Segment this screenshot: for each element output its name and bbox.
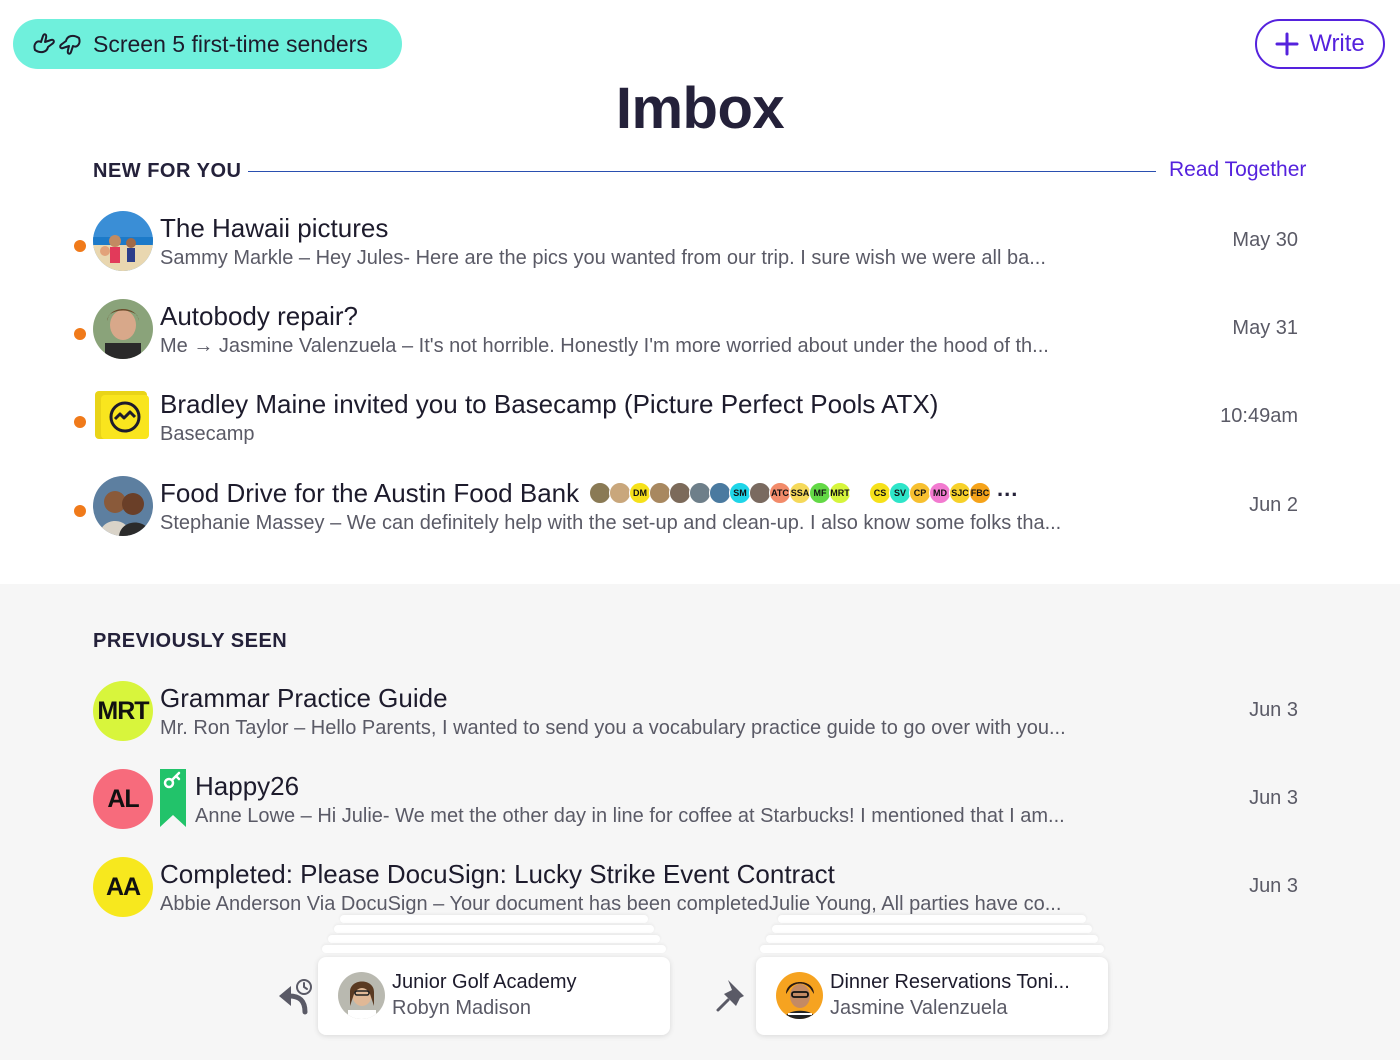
avatar xyxy=(776,972,823,1019)
tray-stack xyxy=(760,945,1104,953)
participant-avatar: CS xyxy=(869,482,891,504)
subject: Bradley Maine invited you to Basecamp (P… xyxy=(160,389,939,419)
participant-avatars: DM SM ATC SSA MF MRT CS SV CP MD SJC FBC... xyxy=(589,476,1018,506)
participant-avatar xyxy=(689,482,711,504)
tray-card-sender: Robyn Madison xyxy=(392,997,531,1019)
unread-dot xyxy=(74,240,86,252)
avatar xyxy=(338,972,385,1019)
avatar xyxy=(93,211,153,271)
list-item[interactable]: The Hawaii pictures Sammy Markle – Hey J… xyxy=(70,211,1310,291)
tray-card-title: Junior Golf Academy xyxy=(392,971,577,993)
more-participants[interactable]: ... xyxy=(997,476,1018,502)
tray-stack xyxy=(340,915,648,923)
participant-avatar: MD xyxy=(929,482,951,504)
tray-stack xyxy=(328,935,660,943)
reply-later-icon[interactable] xyxy=(275,976,315,1016)
unread-dot xyxy=(74,505,86,517)
plus-icon xyxy=(1275,32,1299,56)
write-button[interactable]: Write xyxy=(1255,19,1385,69)
subject: The Hawaii pictures xyxy=(160,213,389,243)
date: 10:49am xyxy=(1220,405,1298,427)
subject: Completed: Please DocuSign: Lucky Strike… xyxy=(160,859,835,889)
section-divider xyxy=(248,171,1156,172)
tray-stack xyxy=(334,925,654,933)
subject: Grammar Practice Guide xyxy=(160,683,448,713)
subject: Autobody repair? xyxy=(160,301,359,331)
hands-icon xyxy=(33,33,81,55)
participant-avatar xyxy=(849,482,871,504)
bookmark-key-icon xyxy=(160,769,186,827)
subject: Happy26 xyxy=(195,771,300,801)
participant-avatar: SSA xyxy=(789,482,811,504)
list-item[interactable]: MRT Grammar Practice Guide Mr. Ron Taylo… xyxy=(70,681,1310,761)
tray-stack xyxy=(322,945,666,953)
participant-avatar: SM xyxy=(729,482,751,504)
participant-avatar: MF xyxy=(809,482,831,504)
participant-avatar xyxy=(649,482,671,504)
write-button-label: Write xyxy=(1309,30,1365,57)
date: May 30 xyxy=(1232,229,1298,251)
participant-avatar xyxy=(669,482,691,504)
tray-card-sender: Jasmine Valenzuela xyxy=(830,997,1008,1019)
snippet: Mr. Ron Taylor – Hello Parents, I wanted… xyxy=(160,717,1066,739)
list-item[interactable]: Bradley Maine invited you to Basecamp (P… xyxy=(70,387,1310,467)
unread-dot xyxy=(74,328,86,340)
snippet: Me → Jasmine Valenzuela – It's not horri… xyxy=(160,335,1049,357)
list-item[interactable]: AA Completed: Please DocuSign: Lucky Str… xyxy=(70,857,1310,937)
date: May 31 xyxy=(1232,317,1298,339)
tray-card-title: Dinner Reservations Toni... xyxy=(830,971,1070,993)
section-heading-seen: PREVIOUSLY SEEN xyxy=(93,630,288,652)
avatar: AA xyxy=(93,857,153,917)
pin-icon[interactable] xyxy=(714,976,754,1016)
participant-avatar: FBC xyxy=(969,482,991,504)
snippet: Stephanie Massey – We can definitely hel… xyxy=(160,512,1062,534)
snippet: Basecamp xyxy=(160,423,255,445)
reply-later-card[interactable]: Junior Golf Academy Robyn Madison xyxy=(318,957,670,1035)
snippet: Abbie Anderson Via DocuSign – Your docum… xyxy=(160,893,1062,915)
participant-avatar: CP xyxy=(909,482,931,504)
tray-stack xyxy=(772,925,1092,933)
unread-dot xyxy=(74,416,86,428)
participant-avatar xyxy=(589,482,611,504)
participant-avatar: DM xyxy=(629,482,651,504)
participant-avatar xyxy=(709,482,731,504)
subject: Food Drive for the Austin Food Bank xyxy=(160,478,580,508)
avatar: AL xyxy=(93,769,153,829)
participant-avatar: SV xyxy=(889,482,911,504)
participant-avatar: SJC xyxy=(949,482,971,504)
participant-avatar xyxy=(749,482,771,504)
snippet: Sammy Markle – Hey Jules- Here are the p… xyxy=(160,247,1046,269)
screen-first-time-senders-button[interactable]: Screen 5 first-time senders xyxy=(13,19,402,69)
participant-avatar: MRT xyxy=(829,482,851,504)
list-item[interactable]: Autobody repair? Me → Jasmine Valenzuela… xyxy=(70,299,1310,379)
basecamp-icon xyxy=(93,387,153,447)
snippet: Anne Lowe – Hi Julie- We met the other d… xyxy=(195,805,1065,827)
screen-button-label: Screen 5 first-time senders xyxy=(93,30,368,57)
list-item[interactable]: AL Happy26 Anne Lowe – Hi Julie- We met … xyxy=(70,769,1310,849)
date: Jun 3 xyxy=(1249,699,1298,721)
avatar xyxy=(93,299,153,359)
read-together-link[interactable]: Read Together xyxy=(1169,158,1306,182)
page-title: Imbox xyxy=(615,76,785,141)
tray-stack xyxy=(778,915,1086,923)
date: Jun 3 xyxy=(1249,875,1298,897)
date: Jun 3 xyxy=(1249,787,1298,809)
avatar: MRT xyxy=(93,681,153,741)
section-heading-new: NEW FOR YOU xyxy=(93,160,242,182)
participant-avatar: ATC xyxy=(769,482,791,504)
date: Jun 2 xyxy=(1249,494,1298,516)
tray-stack xyxy=(766,935,1098,943)
avatar xyxy=(93,476,153,536)
participant-avatar xyxy=(609,482,631,504)
set-aside-card[interactable]: Dinner Reservations Toni... Jasmine Vale… xyxy=(756,957,1108,1035)
